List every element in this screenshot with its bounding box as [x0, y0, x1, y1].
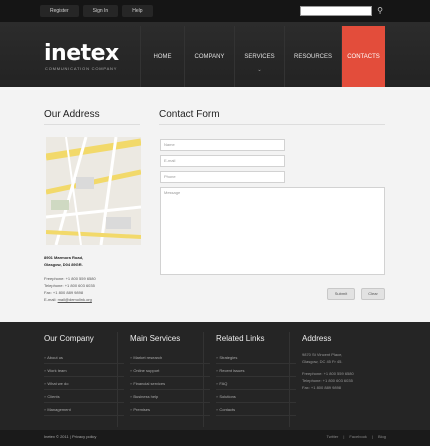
bottom-bar: Inetex © 2011 | Privacy policy Twitter |…: [0, 430, 430, 446]
logo[interactable]: inetex: [44, 41, 119, 66]
social-links: Twitter | Facebook | Blog: [326, 434, 386, 439]
footer-address-line: Glasgow, DC 45 Fr 45.: [302, 359, 343, 364]
footer-separator: [289, 332, 290, 427]
nav-home[interactable]: HOME: [140, 26, 184, 87]
location-map[interactable]: [46, 137, 141, 245]
email-link[interactable]: mail@demolink.org: [58, 297, 92, 302]
nav-contacts[interactable]: CONTACTS: [341, 26, 385, 87]
form-divider: [159, 124, 385, 125]
footer-address-title: Address: [302, 334, 332, 343]
footer-freephone: Freephone: +1 800 559 6580: [302, 371, 354, 376]
blog-link[interactable]: Blog: [378, 434, 386, 439]
top-links: Register Sign In Help: [40, 5, 153, 17]
footer-link[interactable]: Strategies: [216, 351, 296, 364]
footer-link[interactable]: Market research: [130, 351, 210, 364]
privacy-link[interactable]: Privacy policy: [72, 434, 96, 439]
name-field[interactable]: Name: [160, 139, 285, 151]
footer-services-title: Main Services: [130, 334, 181, 343]
footer-link[interactable]: Clients: [44, 390, 124, 403]
copyright: Inetex © 2011 | Privacy policy: [44, 434, 97, 439]
nav-resources[interactable]: RESOURCES: [284, 26, 341, 87]
footer-link[interactable]: Online support: [130, 364, 210, 377]
footer-address: Address 9870 St Vincent Place, Glasgow, …: [302, 334, 382, 391]
footer-link[interactable]: Business help: [130, 390, 210, 403]
nav-services[interactable]: SERVICES ⌄: [234, 26, 284, 87]
footer-separator: [203, 332, 204, 427]
footer-company-title: Our Company: [44, 334, 94, 343]
address-fax: Fax: +1 800 889 9898: [44, 290, 84, 295]
footer-link[interactable]: About us: [44, 351, 124, 364]
footer-link[interactable]: FAQ: [216, 377, 296, 390]
search-input[interactable]: [300, 6, 372, 16]
twitter-link[interactable]: Twitter: [327, 434, 339, 439]
nav-company[interactable]: COMPANY: [184, 26, 234, 87]
search-icon[interactable]: ⚲: [375, 6, 385, 16]
address-divider: [44, 124, 140, 125]
address-freephone: Freephone: +1 800 559 6580: [44, 276, 96, 281]
chevron-down-icon: ⌄: [257, 67, 262, 73]
footer-link[interactable]: Recent issues: [216, 364, 296, 377]
footer-link[interactable]: Financial services: [130, 377, 210, 390]
map-graphic: [46, 137, 141, 245]
top-bar: Register Sign In Help ⚲: [0, 0, 430, 22]
footer-link[interactable]: Work team: [44, 364, 124, 377]
footer-services: Main Services Market research Online sup…: [130, 334, 210, 416]
footer-telephone: Telephone: +1 800 603 6035: [302, 378, 353, 383]
phone-field[interactable]: Phone: [160, 171, 285, 183]
footer-link[interactable]: What we do: [44, 377, 124, 390]
sign-in-link[interactable]: Sign In: [82, 5, 119, 17]
email-field[interactable]: E-mail: [160, 155, 285, 167]
address-telephone: Telephone: +1 800 603 6035: [44, 283, 95, 288]
footer-related-title: Related Links: [216, 334, 265, 343]
help-link[interactable]: Help: [122, 5, 153, 17]
address-city: Glasgow, D04 89GR.: [44, 262, 83, 267]
submit-button[interactable]: Submit: [327, 288, 355, 300]
footer: Our Company About us Work team What we d…: [0, 322, 430, 430]
register-link[interactable]: Register: [40, 5, 79, 17]
footer-separator: [117, 332, 118, 427]
main-nav: HOME COMPANY SERVICES ⌄ RESOURCES CONTAC…: [140, 26, 385, 87]
main-content: Our Address Contact Form 8901 Marmora Ro…: [0, 87, 430, 322]
footer-related: Related Links Strategies Recent issues F…: [216, 334, 296, 416]
nav-services-label: SERVICES: [244, 53, 275, 60]
footer-link[interactable]: Contacts: [216, 403, 296, 416]
logo-subtitle: COMMUNICATION COMPANY: [45, 66, 118, 71]
address-email: E-mail: mail@demolink.org: [44, 297, 92, 302]
footer-link[interactable]: Management: [44, 403, 124, 416]
clear-button[interactable]: Clear: [361, 288, 385, 300]
footer-company: Our Company About us Work team What we d…: [44, 334, 124, 416]
form-title: Contact Form: [159, 109, 220, 120]
footer-fax: Fax: +1 800 889 9898: [302, 385, 342, 390]
message-field[interactable]: Message: [160, 187, 385, 275]
header: inetex COMMUNICATION COMPANY HOME COMPAN…: [0, 22, 430, 87]
footer-address-line: 9870 St Vincent Place,: [302, 352, 343, 357]
facebook-link[interactable]: Facebook: [349, 434, 367, 439]
address-title: Our Address: [44, 109, 100, 120]
address-street: 8901 Marmora Road,: [44, 255, 84, 260]
footer-link[interactable]: Solutions: [216, 390, 296, 403]
footer-link[interactable]: Premises: [130, 403, 210, 416]
